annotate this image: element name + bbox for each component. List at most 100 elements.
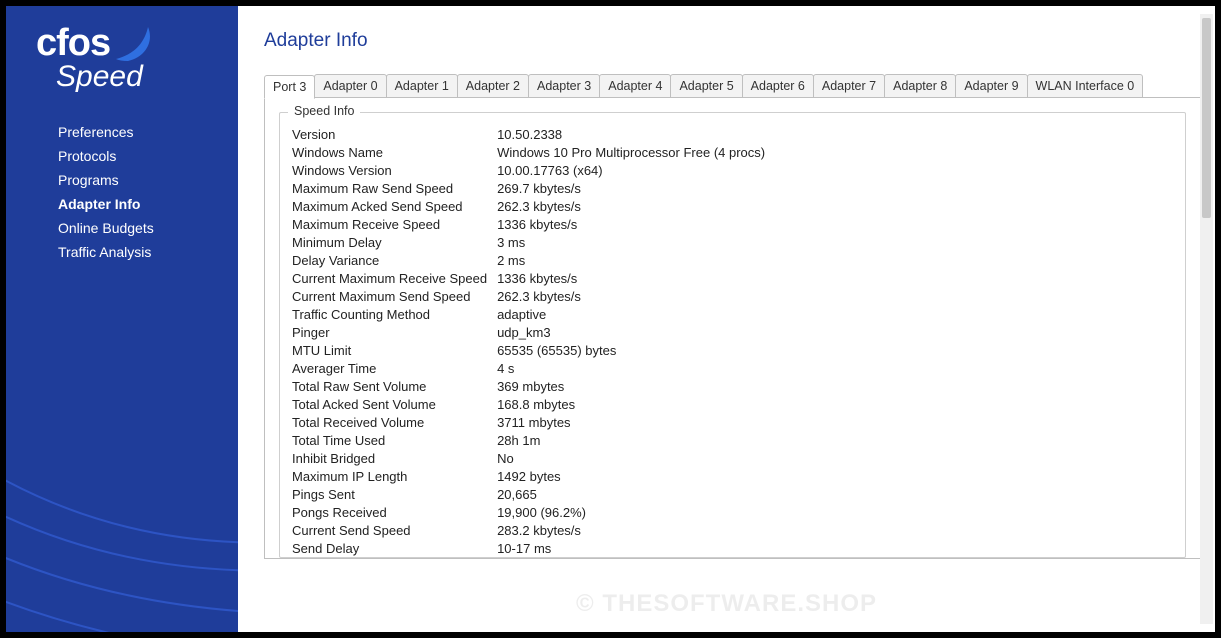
info-row: Total Received Volume3711 mbytes xyxy=(292,413,769,431)
info-key: Averager Time xyxy=(292,359,497,377)
tab-adapter-9[interactable]: Adapter 9 xyxy=(955,74,1027,98)
main-content: Adapter Info Port 3Adapter 0Adapter 1Ada… xyxy=(238,6,1215,632)
info-key: Current Send Speed xyxy=(292,521,497,539)
info-row: Maximum Raw Send Speed269.7 kbytes/s xyxy=(292,179,769,197)
sidebar-item-adapter-info[interactable]: Adapter Info xyxy=(6,192,238,216)
info-value: 10.50.2338 xyxy=(497,125,769,143)
info-row: MTU Limit65535 (65535) bytes xyxy=(292,341,769,359)
tab-panel: Speed Info Version10.50.2338Windows Name… xyxy=(264,97,1201,559)
info-value: 2 ms xyxy=(497,251,769,269)
info-value: udp_km3 xyxy=(497,323,769,341)
info-row: Pings Sent20,665 xyxy=(292,485,769,503)
info-key: Maximum Acked Send Speed xyxy=(292,197,497,215)
info-key: MTU Limit xyxy=(292,341,497,359)
info-key: Send Delay xyxy=(292,539,497,557)
info-row: Total Raw Sent Volume369 mbytes xyxy=(292,377,769,395)
info-row: Total Time Used28h 1m xyxy=(292,431,769,449)
info-row: Current Maximum Send Speed262.3 kbytes/s xyxy=(292,287,769,305)
info-value: 28h 1m xyxy=(497,431,769,449)
info-row: Current Maximum Receive Speed1336 kbytes… xyxy=(292,269,769,287)
decorative-lines xyxy=(6,232,238,632)
tab-adapter-2[interactable]: Adapter 2 xyxy=(457,74,529,98)
sidebar-item-programs[interactable]: Programs xyxy=(6,168,238,192)
info-key: Traffic Counting Method xyxy=(292,305,497,323)
tab-adapter-3[interactable]: Adapter 3 xyxy=(528,74,600,98)
tab-adapter-8[interactable]: Adapter 8 xyxy=(884,74,956,98)
info-row: Pingerudp_km3 xyxy=(292,323,769,341)
info-value: 1492 bytes xyxy=(497,467,769,485)
info-row: Traffic Counting Methodadaptive xyxy=(292,305,769,323)
sidebar-item-protocols[interactable]: Protocols xyxy=(6,144,238,168)
logo: cfos Speed xyxy=(6,6,238,94)
info-key: Current Maximum Receive Speed xyxy=(292,269,497,287)
info-row: Send Delay10-17 ms xyxy=(292,539,769,557)
sidebar-item-preferences[interactable]: Preferences xyxy=(6,120,238,144)
info-value: 1336 kbytes/s xyxy=(497,215,769,233)
info-key: Pongs Received xyxy=(292,503,497,521)
info-value: 168.8 mbytes xyxy=(497,395,769,413)
info-row: Total Acked Sent Volume168.8 mbytes xyxy=(292,395,769,413)
info-key: Total Raw Sent Volume xyxy=(292,377,497,395)
info-row: Windows NameWindows 10 Pro Multiprocesso… xyxy=(292,143,769,161)
scrollbar[interactable] xyxy=(1200,14,1213,624)
sidebar: cfos Speed PreferencesProtocolsProgramsA… xyxy=(6,6,238,632)
tab-port-3[interactable]: Port 3 xyxy=(264,75,315,99)
info-value: adaptive xyxy=(497,305,769,323)
info-key: Maximum Receive Speed xyxy=(292,215,497,233)
info-key: Pinger xyxy=(292,323,497,341)
info-row: Pongs Received19,900 (96.2%) xyxy=(292,503,769,521)
info-row: Inhibit BridgedNo xyxy=(292,449,769,467)
info-key: Inhibit Bridged xyxy=(292,449,497,467)
info-value: 283.2 kbytes/s xyxy=(497,521,769,539)
fieldset-legend: Speed Info xyxy=(288,104,360,118)
tab-adapter-0[interactable]: Adapter 0 xyxy=(314,74,386,98)
info-key: Version xyxy=(292,125,497,143)
info-value: 20,665 xyxy=(497,485,769,503)
info-value: 4 s xyxy=(497,359,769,377)
info-key: Maximum IP Length xyxy=(292,467,497,485)
speed-info-fieldset: Speed Info Version10.50.2338Windows Name… xyxy=(279,112,1186,558)
info-value: 269.7 kbytes/s xyxy=(497,179,769,197)
info-value: Windows 10 Pro Multiprocessor Free (4 pr… xyxy=(497,143,769,161)
tab-adapter-4[interactable]: Adapter 4 xyxy=(599,74,671,98)
info-row: Version10.50.2338 xyxy=(292,125,769,143)
tab-adapter-1[interactable]: Adapter 1 xyxy=(386,74,458,98)
info-key: Total Time Used xyxy=(292,431,497,449)
info-row: Maximum Receive Speed1336 kbytes/s xyxy=(292,215,769,233)
tab-adapter-7[interactable]: Adapter 7 xyxy=(813,74,885,98)
info-key: Minimum Delay xyxy=(292,233,497,251)
page-title: Adapter Info xyxy=(264,30,1201,52)
logo-text-cfos: cfos xyxy=(36,24,110,62)
scroll-thumb[interactable] xyxy=(1202,18,1211,218)
info-row: Maximum Acked Send Speed262.3 kbytes/s xyxy=(292,197,769,215)
info-row: Averager Time4 s xyxy=(292,359,769,377)
info-key: Pings Sent xyxy=(292,485,497,503)
logo-swoosh-icon xyxy=(114,25,158,61)
tab-bar: Port 3Adapter 0Adapter 1Adapter 2Adapter… xyxy=(264,74,1201,98)
info-key: Delay Variance xyxy=(292,251,497,269)
logo-text-speed: Speed xyxy=(56,60,238,94)
info-row: Current Send Speed283.2 kbytes/s xyxy=(292,521,769,539)
info-value: 3 ms xyxy=(497,233,769,251)
info-key: Total Acked Sent Volume xyxy=(292,395,497,413)
info-table: Version10.50.2338Windows NameWindows 10 … xyxy=(292,125,769,557)
sidebar-nav: PreferencesProtocolsProgramsAdapter Info… xyxy=(6,120,238,264)
info-key: Maximum Raw Send Speed xyxy=(292,179,497,197)
info-value: 262.3 kbytes/s xyxy=(497,287,769,305)
sidebar-item-traffic-analysis[interactable]: Traffic Analysis xyxy=(6,240,238,264)
info-key: Windows Name xyxy=(292,143,497,161)
info-key: Windows Version xyxy=(292,161,497,179)
info-value: 10-17 ms xyxy=(497,539,769,557)
info-value: 1336 kbytes/s xyxy=(497,269,769,287)
info-key: Total Received Volume xyxy=(292,413,497,431)
watermark: © THESOFTWARE.SHOP xyxy=(576,590,877,618)
sidebar-item-online-budgets[interactable]: Online Budgets xyxy=(6,216,238,240)
tab-adapter-5[interactable]: Adapter 5 xyxy=(670,74,742,98)
tab-adapter-6[interactable]: Adapter 6 xyxy=(742,74,814,98)
info-value: 369 mbytes xyxy=(497,377,769,395)
tab-wlan-interface-0[interactable]: WLAN Interface 0 xyxy=(1027,74,1144,98)
info-value: 10.00.17763 (x64) xyxy=(497,161,769,179)
info-row: Delay Variance2 ms xyxy=(292,251,769,269)
info-value: 3711 mbytes xyxy=(497,413,769,431)
info-value: 262.3 kbytes/s xyxy=(497,197,769,215)
